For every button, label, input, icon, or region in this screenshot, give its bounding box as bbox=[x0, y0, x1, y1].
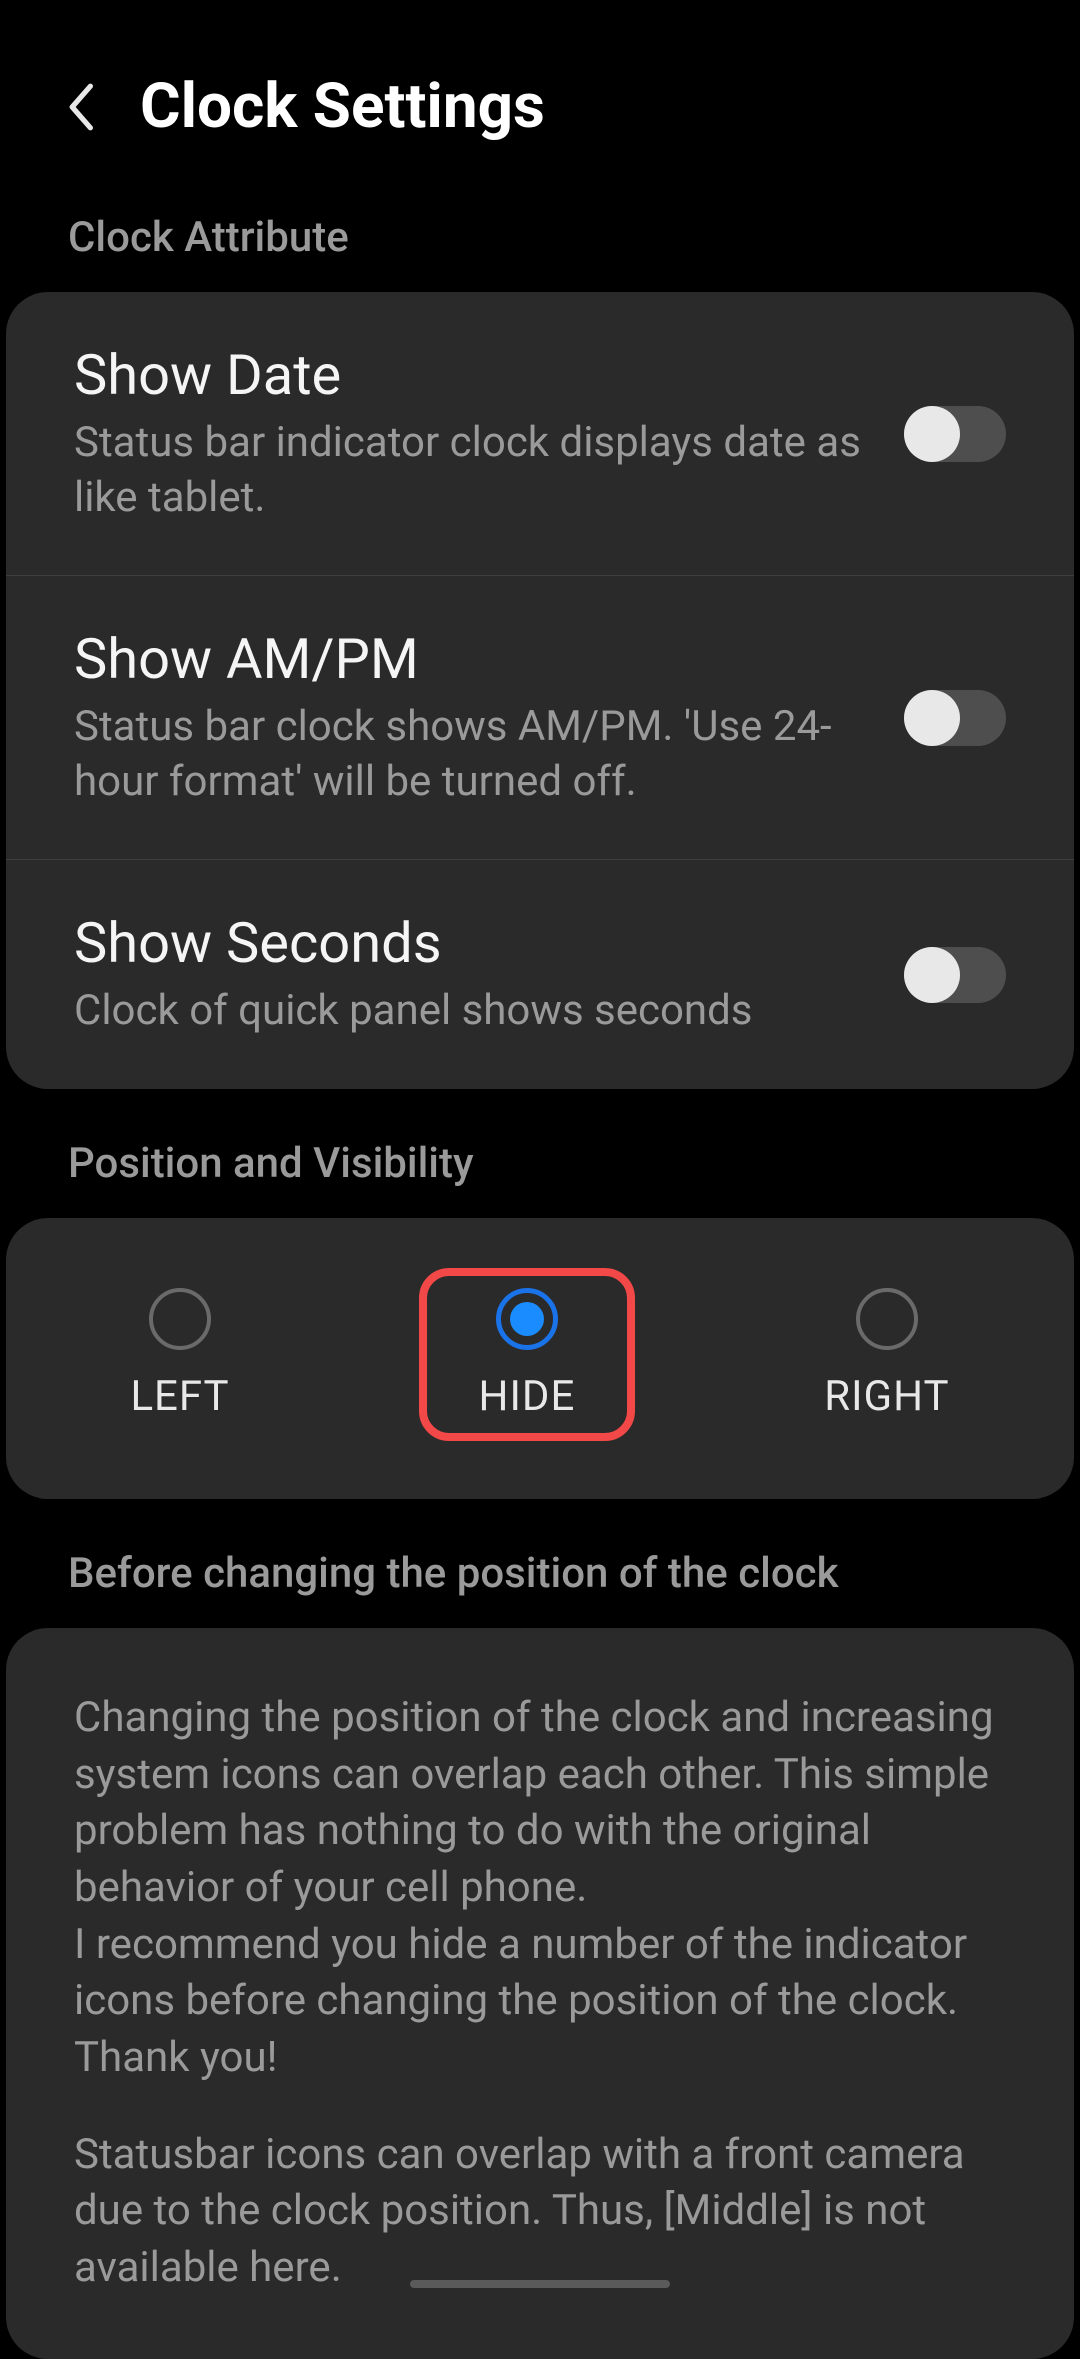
show-date-text: Show Date Status bar indicator clock dis… bbox=[74, 342, 874, 525]
position-label-left: LEFT bbox=[130, 1372, 229, 1421]
header: Clock Settings bbox=[0, 0, 1080, 193]
show-seconds-row[interactable]: Show Seconds Clock of quick panel shows … bbox=[6, 860, 1074, 1089]
info-card: Changing the position of the clock and i… bbox=[6, 1628, 1074, 2359]
show-seconds-toggle[interactable] bbox=[904, 947, 1006, 1003]
radio-inner bbox=[510, 1302, 544, 1336]
show-seconds-title: Show Seconds bbox=[74, 910, 874, 976]
show-ampm-row[interactable]: Show AM/PM Status bar clock shows AM/PM.… bbox=[6, 576, 1074, 860]
radio-hide bbox=[496, 1288, 558, 1350]
section-label-before: Before changing the position of the cloc… bbox=[0, 1529, 1080, 1628]
page-title: Clock Settings bbox=[140, 70, 545, 143]
position-option-right[interactable]: RIGHT bbox=[764, 1268, 1009, 1441]
show-ampm-toggle[interactable] bbox=[904, 690, 1006, 746]
show-date-row[interactable]: Show Date Status bar indicator clock dis… bbox=[6, 292, 1074, 576]
show-ampm-title: Show AM/PM bbox=[74, 626, 874, 692]
home-indicator[interactable] bbox=[410, 2280, 670, 2288]
section-label-attribute: Clock Attribute bbox=[0, 193, 1080, 292]
show-ampm-text: Show AM/PM Status bar clock shows AM/PM.… bbox=[74, 626, 874, 809]
position-card: LEFT HIDE RIGHT bbox=[6, 1218, 1074, 1499]
clock-attribute-card: Show Date Status bar indicator clock dis… bbox=[6, 292, 1074, 1089]
section-label-position: Position and Visibility bbox=[0, 1119, 1080, 1218]
back-button[interactable] bbox=[60, 77, 100, 137]
info-text-2: Statusbar icons can overlap with a front… bbox=[74, 2127, 1006, 2297]
radio-right bbox=[856, 1288, 918, 1350]
radio-left bbox=[149, 1288, 211, 1350]
show-date-title: Show Date bbox=[74, 342, 874, 408]
position-option-hide[interactable]: HIDE bbox=[419, 1268, 636, 1441]
toggle-knob bbox=[904, 690, 960, 746]
position-label-hide: HIDE bbox=[479, 1372, 576, 1421]
chevron-left-icon bbox=[64, 81, 96, 133]
show-seconds-desc: Clock of quick panel shows seconds bbox=[74, 984, 874, 1039]
show-date-toggle[interactable] bbox=[904, 406, 1006, 462]
show-date-desc: Status bar indicator clock displays date… bbox=[74, 416, 874, 525]
toggle-knob bbox=[904, 406, 960, 462]
position-label-right: RIGHT bbox=[824, 1372, 949, 1421]
show-ampm-desc: Status bar clock shows AM/PM. 'Use 24-ho… bbox=[74, 700, 874, 809]
show-seconds-text: Show Seconds Clock of quick panel shows … bbox=[74, 910, 874, 1039]
info-text-1: Changing the position of the clock and i… bbox=[74, 1690, 1006, 2087]
position-option-left[interactable]: LEFT bbox=[70, 1268, 289, 1441]
toggle-knob bbox=[904, 947, 960, 1003]
